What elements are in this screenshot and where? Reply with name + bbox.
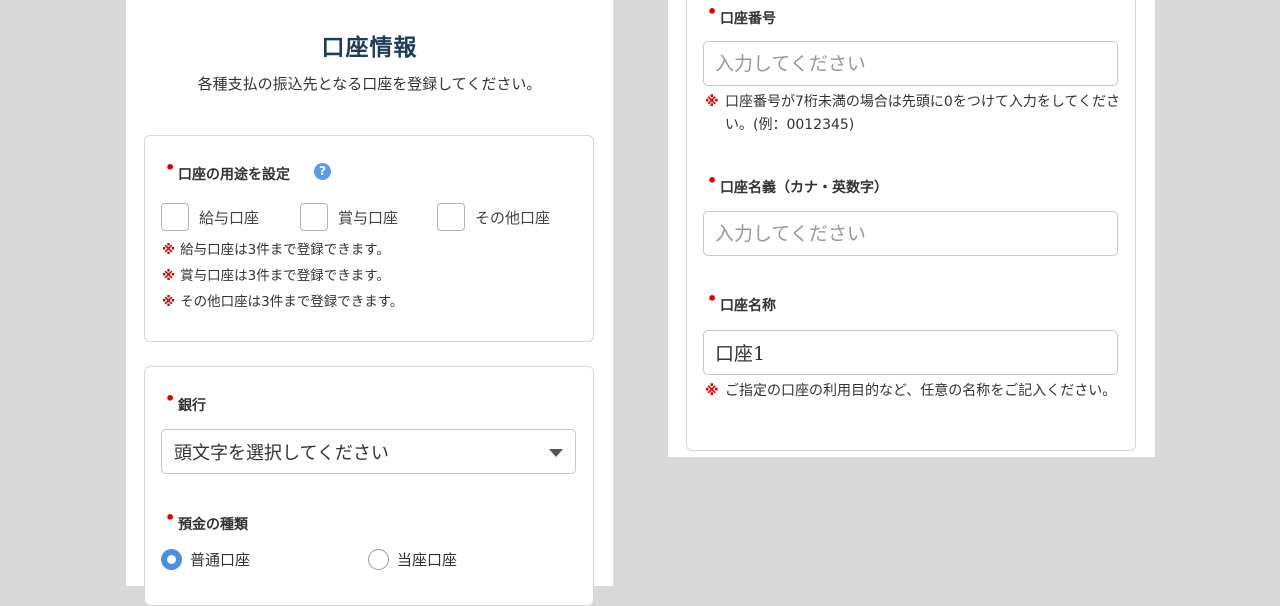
radio-checking-account[interactable]: 当座口座	[368, 549, 457, 570]
checkbox-box[interactable]	[300, 203, 328, 231]
required-mark: •	[165, 389, 176, 408]
chevron-down-icon	[549, 449, 563, 457]
checkbox-label: 給与口座	[199, 208, 260, 227]
required-mark: •	[165, 158, 176, 177]
account-name-label: • 口座名称	[707, 289, 776, 314]
required-mark: •	[707, 171, 718, 190]
usage-note-salary: ※ 給与口座は3件まで登録できます。	[162, 242, 390, 258]
help-icon[interactable]: ?	[314, 163, 331, 180]
checkbox-box[interactable]	[161, 203, 189, 231]
radio-ordinary-account[interactable]: 普通口座	[161, 549, 250, 570]
deposit-type-label: • 預金の種類	[165, 508, 248, 533]
account-info-panel-right: • 口座番号 ※口座番号が7桁未満の場合は先頭に0をつけて入力をしてください。(…	[668, 0, 1155, 457]
account-number-input[interactable]	[703, 41, 1118, 86]
checkbox-box[interactable]	[437, 203, 465, 231]
radio-circle[interactable]	[161, 549, 182, 570]
usage-card: • 口座の用途を設定 ? 給与口座 賞与口座 その他口座 ※ 給与口座は3件まで登…	[144, 135, 594, 342]
select-value: 頭文字を選択してください	[174, 443, 389, 464]
account-info-panel-left: 口座情報 各種支払の振込先となる口座を登録してください。 • 口座の用途を設定 …	[126, 0, 613, 606]
account-name-input[interactable]	[703, 330, 1118, 375]
checkbox-label: その他口座	[475, 208, 551, 227]
usage-note-other: ※ その他口座は3件まで登録できます。	[162, 294, 404, 310]
required-mark: •	[707, 289, 718, 308]
account-number-note: ※ 口座番号が7桁未満の場合は先頭に0をつけて入力をしてください。(例：00123…	[705, 94, 1120, 133]
required-mark: •	[165, 508, 176, 527]
radio-circle[interactable]	[368, 549, 389, 570]
account-holder-input[interactable]	[703, 211, 1118, 256]
account-number-label: • 口座番号	[707, 2, 776, 27]
usage-label: • 口座の用途を設定	[165, 158, 290, 183]
checkbox-label: 賞与口座	[338, 208, 399, 227]
checkbox-salary-account[interactable]: 給与口座	[161, 203, 259, 231]
bank-card: • 銀行 頭文字を選択してください • 預金の種類 普通口座 当座口座	[144, 366, 594, 606]
checkbox-other-account[interactable]: その他口座	[437, 203, 550, 231]
bank-initial-select[interactable]: 頭文字を選択してください	[161, 429, 576, 474]
checkbox-bonus-account[interactable]: 賞与口座	[300, 203, 398, 231]
page-title: 口座情報	[321, 35, 418, 61]
account-holder-label: • 口座名義（カナ・英数字）	[707, 171, 888, 196]
usage-note-bonus: ※ 賞与口座は3件まで登録できます。	[162, 268, 390, 284]
page-subtitle: 各種支払の振込先となる口座を登録してください。	[197, 75, 542, 93]
bank-label: • 銀行	[165, 389, 206, 414]
account-name-note: ※ ご指定の口座の利用目的など、任意の名称をご記入ください。	[705, 383, 1117, 399]
account-details-card: • 口座番号 ※口座番号が7桁未満の場合は先頭に0をつけて入力をしてください。(…	[686, 0, 1136, 451]
radio-label: 普通口座	[190, 551, 251, 569]
required-mark: •	[707, 2, 718, 21]
radio-label: 当座口座	[397, 551, 458, 569]
